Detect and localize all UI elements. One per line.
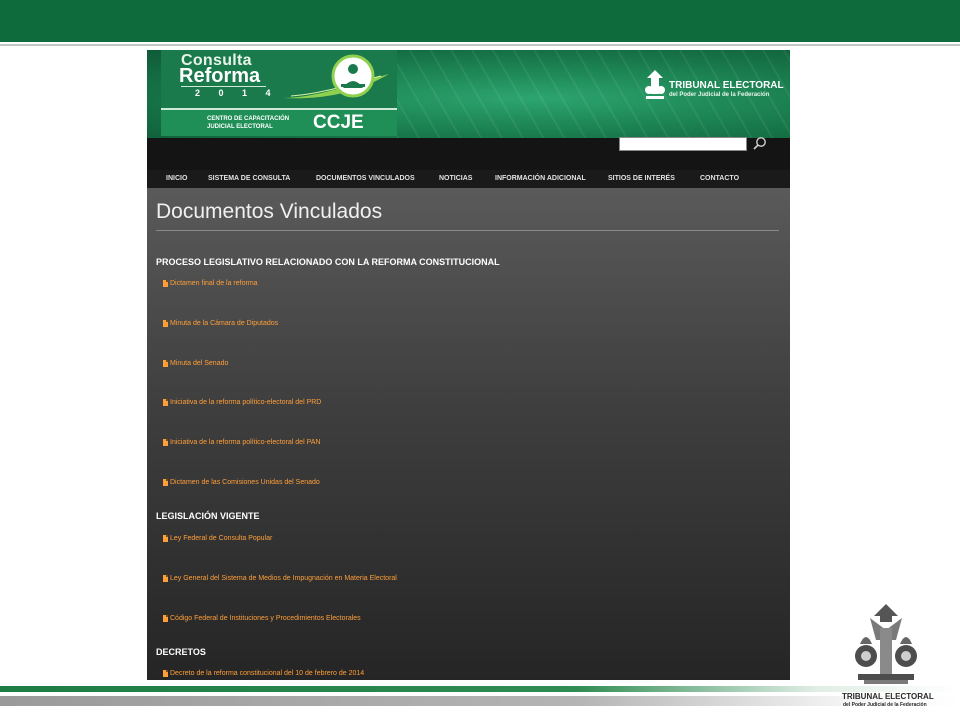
nav-item-inicio[interactable]: INICIO <box>166 175 187 182</box>
document-link-label: Minuta de la Cámara de Diputados <box>170 320 279 327</box>
document-link[interactable]: Código Federal de Instituciones y Proced… <box>163 615 361 622</box>
ccje-center-name: CENTRO DE CAPACITACIÓN JUDICIAL ELECTORA… <box>207 116 290 130</box>
document-link-label: Dictamen final de la reforma <box>170 280 258 287</box>
document-link[interactable]: Dictamen de las Comisiones Unidas del Se… <box>163 479 320 486</box>
document-link-label: Decreto de la reforma constitucional del… <box>170 670 365 677</box>
document-icon <box>163 575 168 582</box>
document-link-label: Iniciativa de la reforma político-electo… <box>170 439 321 446</box>
scales-emblem-icon <box>645 70 665 99</box>
slide-header-bar <box>0 0 960 42</box>
scales-emblem-icon <box>855 604 917 684</box>
consulta-reforma-logo[interactable]: Consulta Reforma 2 0 1 4 <box>161 50 397 110</box>
document-link[interactable]: Minuta del Senado <box>163 360 228 367</box>
document-link[interactable]: Ley General del Sistema de Medios de Imp… <box>163 575 397 582</box>
document-link-label: Ley Federal de Consulta Popular <box>170 535 273 542</box>
footer-tribunal-name: TRIBUNAL ELECTORAL <box>842 692 934 701</box>
footer-tribunal-subtitle: del Poder Judicial de la Federación <box>843 702 927 708</box>
document-link[interactable]: Dictamen final de la reforma <box>163 280 258 287</box>
document-icon <box>163 399 168 406</box>
nav-item-documentos-vinculados[interactable]: DOCUMENTOS VINCULADOS <box>316 175 415 182</box>
slide-footer-band-gray <box>0 696 960 706</box>
document-icon <box>163 320 168 327</box>
document-link-label: Iniciativa de la reforma político-electo… <box>170 399 322 406</box>
nav-item-sitios-de-interes[interactable]: SITIOS DE INTERÉS <box>608 175 675 182</box>
slide-header-line <box>0 44 960 46</box>
tribunal-name: TRIBUNAL ELECTORAL <box>669 80 784 91</box>
slide-footer-band <box>0 686 960 692</box>
search-icon[interactable] <box>752 136 768 152</box>
document-link-label: Ley General del Sistema de Medios de Imp… <box>170 575 397 582</box>
document-link[interactable]: Minuta de la Cámara de Diputados <box>163 320 278 327</box>
search-input[interactable] <box>619 137 747 151</box>
seated-figure-icon <box>331 54 375 98</box>
document-icon <box>163 360 168 367</box>
section-title: LEGISLACIÓN VIGENTE <box>156 511 260 521</box>
site-banner: Consulta Reforma 2 0 1 4 CENTRO DE CAPAC… <box>147 50 790 138</box>
logo-reforma-text: Reforma <box>179 65 261 87</box>
tribunal-subtitle: del Poder Judicial de la Federación <box>669 92 770 98</box>
document-icon <box>163 670 168 677</box>
nav-item-informacion-adicional[interactable]: INFORMACIÓN ADICIONAL <box>495 175 586 182</box>
document-icon <box>163 535 168 542</box>
document-icon <box>163 439 168 446</box>
document-icon <box>163 280 168 287</box>
title-divider <box>156 230 779 231</box>
document-link-label: Dictamen de las Comisiones Unidas del Se… <box>170 479 320 486</box>
nav-item-noticias[interactable]: NOTICIAS <box>439 175 472 182</box>
document-link[interactable]: Iniciativa de la reforma político-electo… <box>163 439 320 446</box>
nav-item-sistema-de-consulta[interactable]: SISTEMA DE CONSULTA <box>208 175 290 182</box>
section-title: PROCESO LEGISLATIVO RELACIONADO CON LA R… <box>156 257 500 267</box>
document-link-label: Minuta del Senado <box>170 360 229 367</box>
website-screenshot: Consulta Reforma 2 0 1 4 CENTRO DE CAPAC… <box>147 50 790 680</box>
section-title: DECRETOS <box>156 647 206 657</box>
document-link[interactable]: Ley Federal de Consulta Popular <box>163 535 272 542</box>
ccje-logo[interactable]: CENTRO DE CAPACITACIÓN JUDICIAL ELECTORA… <box>161 110 397 136</box>
logo-year-text: 2 0 1 4 <box>195 88 279 98</box>
document-icon <box>163 615 168 622</box>
nav-item-contacto[interactable]: CONTACTO <box>700 175 739 182</box>
ccje-acronym: CCJE <box>313 112 364 133</box>
document-link-label: Código Federal de Instituciones y Proced… <box>170 615 361 622</box>
document-link[interactable]: Decreto de la reforma constitucional del… <box>163 670 364 677</box>
logo-divider <box>181 86 266 87</box>
document-link[interactable]: Iniciativa de la reforma político-electo… <box>163 399 321 406</box>
document-icon <box>163 479 168 486</box>
page-title: Documentos Vinculados <box>156 200 383 223</box>
